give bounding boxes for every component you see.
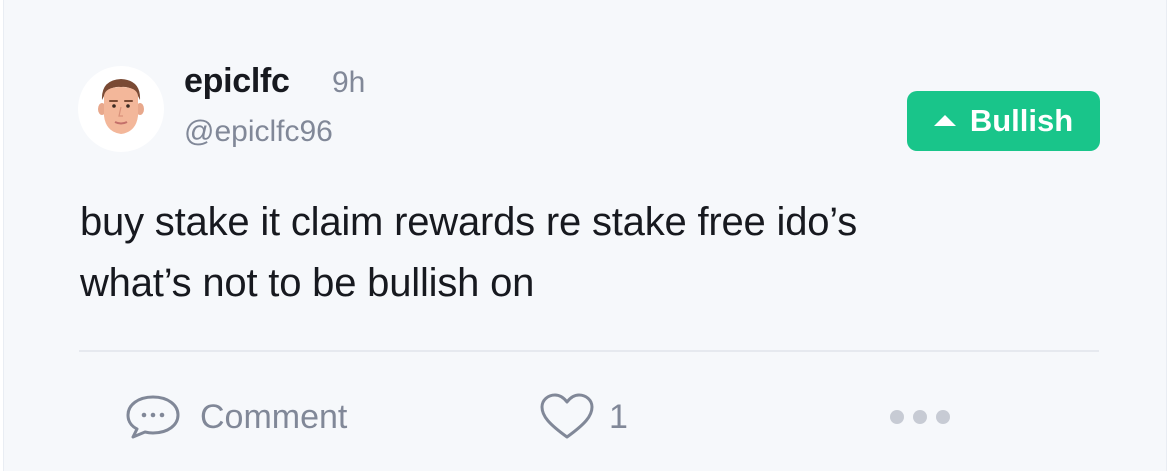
sentiment-label: Bullish: [969, 103, 1074, 138]
sentiment-badge-bullish[interactable]: Bullish: [907, 91, 1100, 151]
ellipsis-dot: [913, 410, 927, 424]
ellipsis-icon: [890, 410, 959, 424]
triangle-up-icon: [933, 114, 956, 126]
ellipsis-dot: [936, 410, 950, 424]
author-handle[interactable]: @epiclfc96: [184, 115, 333, 149]
divider: [79, 350, 1099, 352]
heart-icon: [540, 393, 594, 439]
avatar[interactable]: [78, 66, 164, 152]
cartoon-face-icon: [98, 79, 144, 134]
speech-bubble-icon: [126, 395, 180, 439]
post-card: epiclfc 9h @epiclfc96 Bullish buy stake …: [3, 0, 1167, 471]
more-options-button[interactable]: [890, 392, 959, 442]
ellipsis-dot: [890, 410, 904, 424]
comment-button[interactable]: Comment: [124, 392, 347, 442]
comment-label: Comment: [200, 397, 348, 436]
post-text-line: what’s not to be bullish on: [80, 261, 535, 305]
post-body: buy stake it claim rewards re stake free…: [80, 192, 1090, 314]
post-text-line: buy stake it claim rewards re stake free…: [80, 200, 858, 244]
post-timestamp: 9h: [332, 66, 366, 99]
like-count: 1: [609, 397, 628, 436]
like-button[interactable]: 1: [539, 392, 628, 442]
author-username[interactable]: epiclfc: [184, 62, 290, 101]
